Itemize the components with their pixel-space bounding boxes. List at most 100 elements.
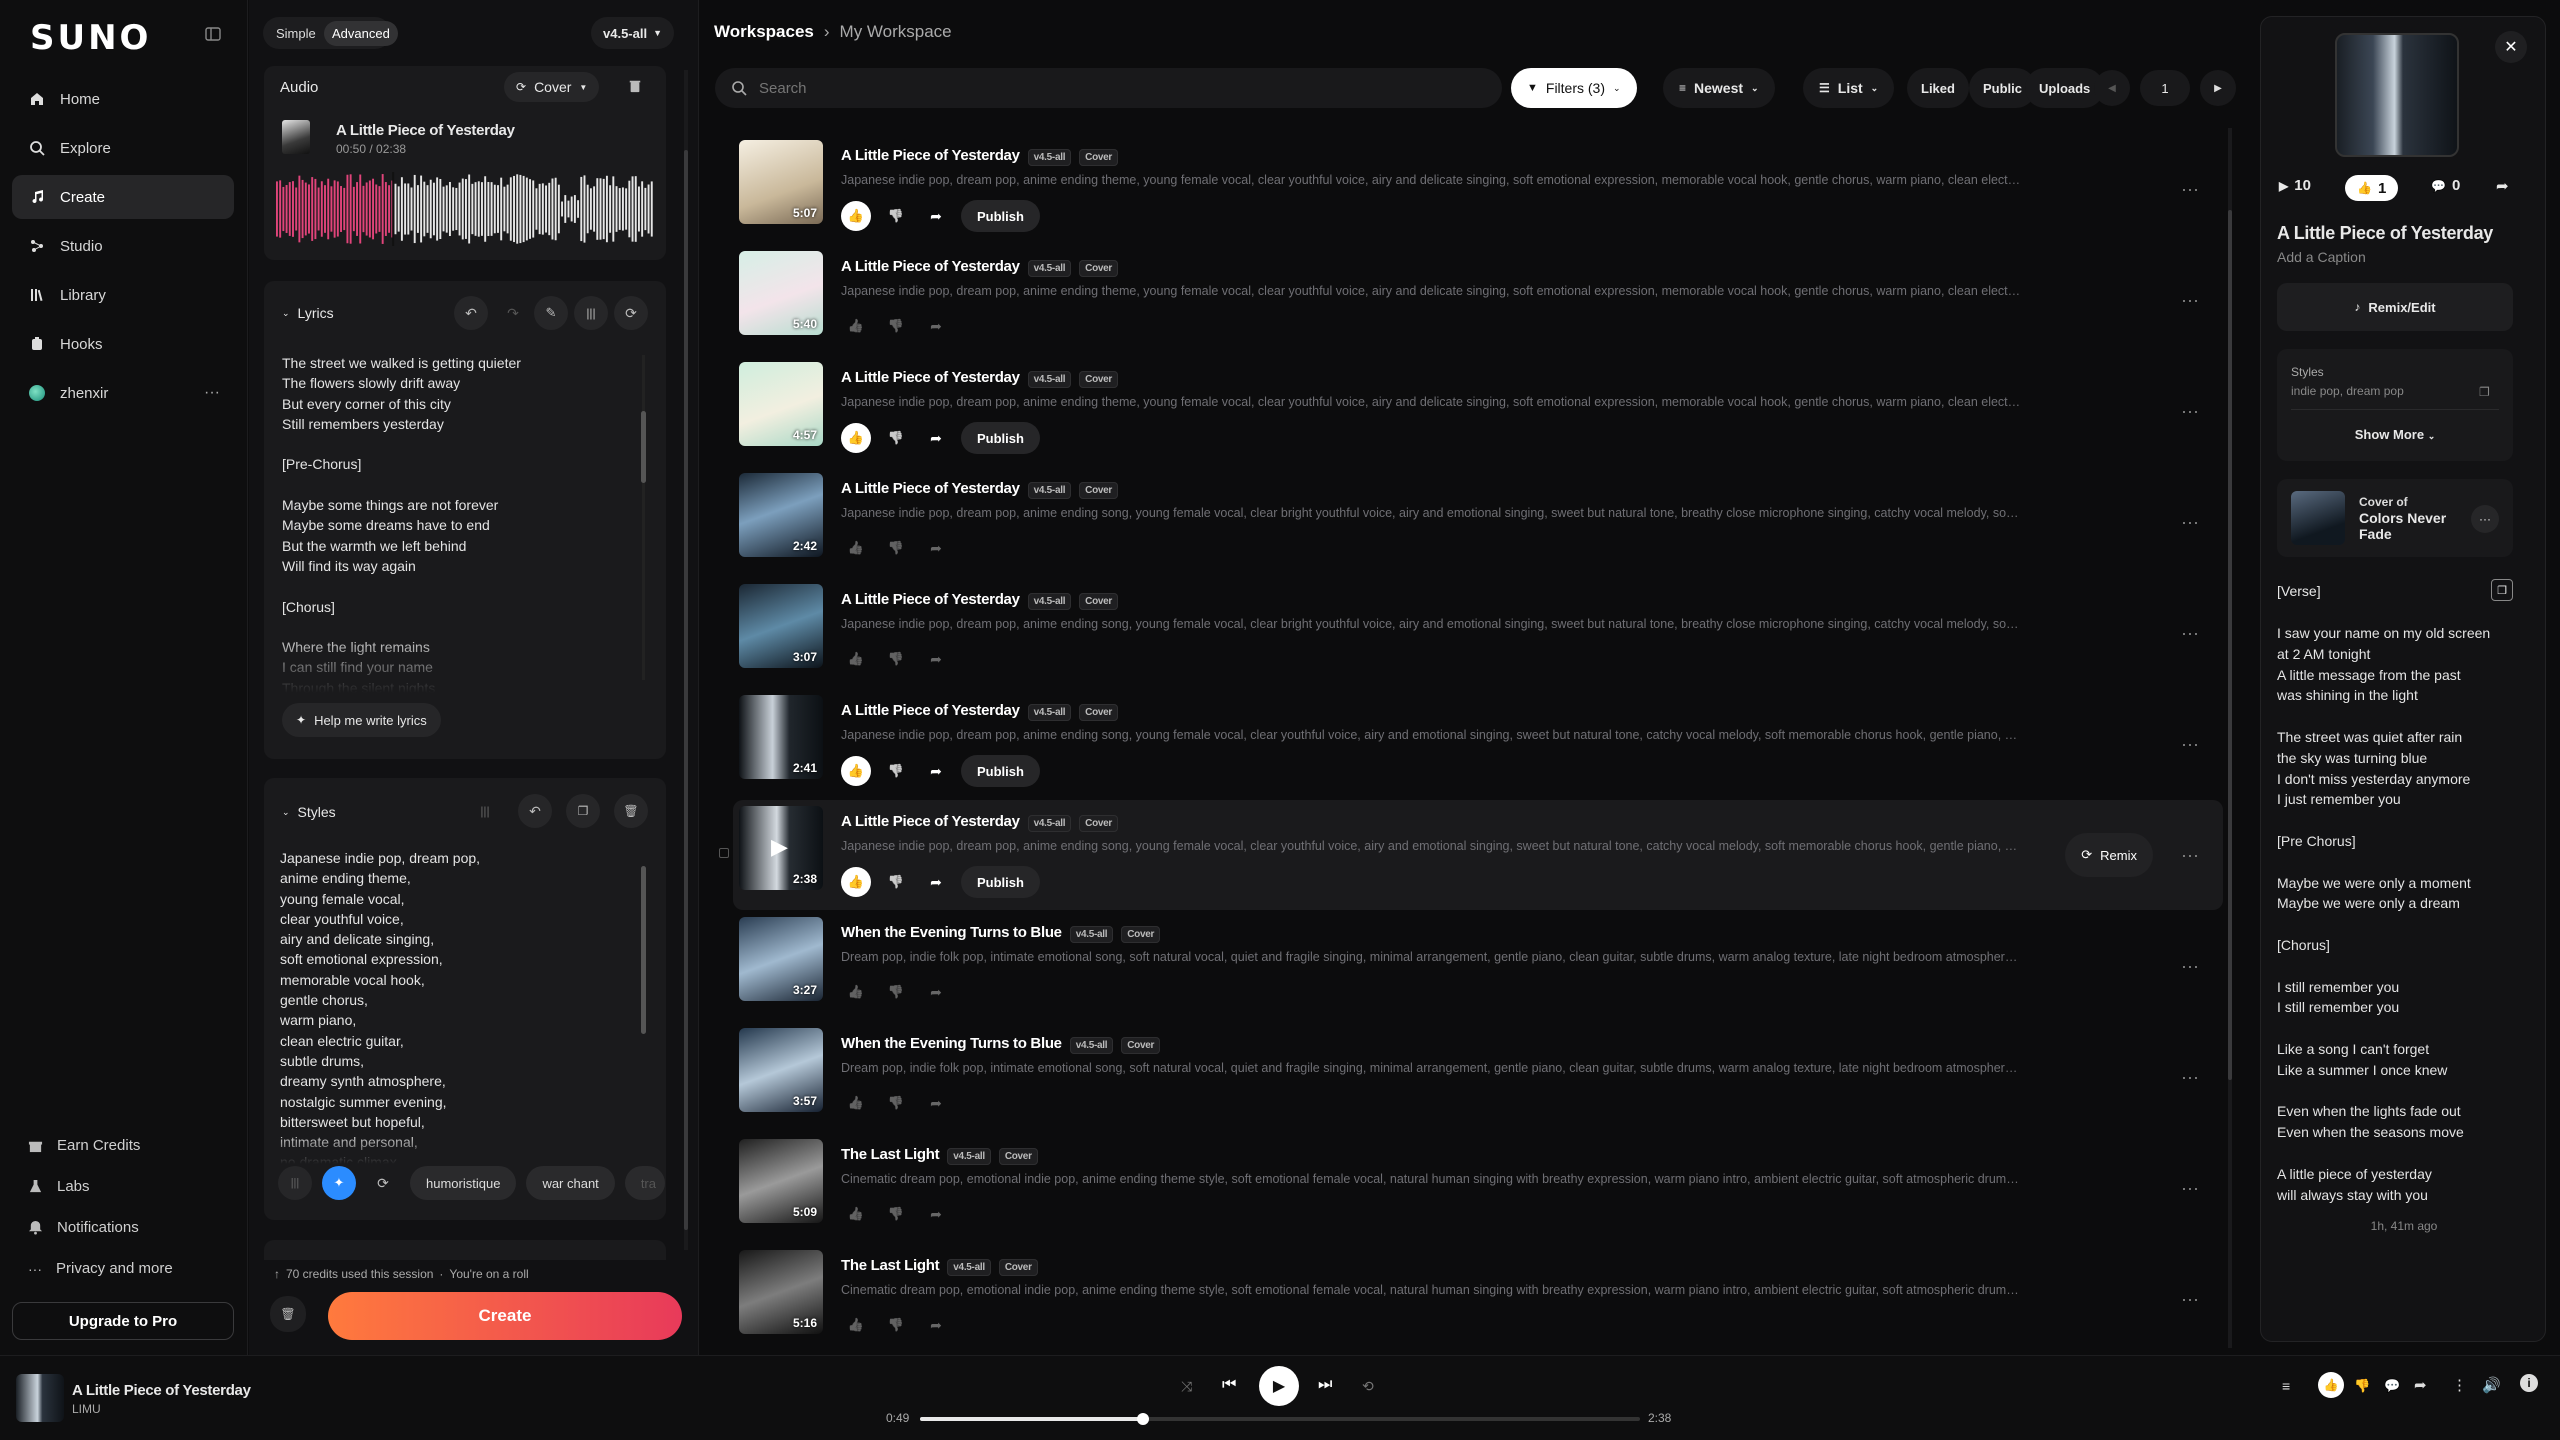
dislike-button[interactable]: 👎 xyxy=(881,1199,911,1229)
share-button[interactable]: ➦ xyxy=(921,533,951,563)
dislike-button[interactable]: 👎 xyxy=(881,867,911,897)
profile-more-icon[interactable]: ··· xyxy=(204,384,220,402)
dislike-button[interactable]: 👎 xyxy=(881,533,911,563)
help-write-lyrics-button[interactable]: ✦ Help me write lyrics xyxy=(282,703,441,737)
styles-scrollbar[interactable] xyxy=(641,866,646,1034)
dislike-button[interactable]: 👎 xyxy=(881,977,911,1007)
sidebar-item-profile[interactable]: zhenxir ··· xyxy=(12,371,234,415)
song-more-button[interactable]: ··· xyxy=(2173,727,2207,761)
cover-of-card[interactable]: Cover of Colors Never Fade ··· xyxy=(2277,479,2513,557)
cover-of-more-button[interactable]: ··· xyxy=(2471,505,2499,533)
next-button[interactable]: ⏭ xyxy=(1318,1376,1332,1394)
collapse-sidebar-icon[interactable] xyxy=(205,26,221,42)
comment-count[interactable]: 💬 0 xyxy=(2431,177,2460,194)
player-dislike-button[interactable]: 👎 xyxy=(2354,1378,2370,1394)
song-title[interactable]: A Little Piece of Yesterday xyxy=(841,480,1020,497)
audio-waveform[interactable] xyxy=(276,172,654,246)
close-button[interactable]: ✕ xyxy=(2495,31,2527,63)
clear-form-button[interactable]: 🗑 xyxy=(270,1296,306,1332)
player-share-button[interactable]: ➦ xyxy=(2414,1376,2427,1394)
share-button[interactable]: ➦ xyxy=(921,756,951,786)
like-button[interactable]: 👍 xyxy=(841,644,871,674)
song-row[interactable]: 5:09 The Last Light v4.5-all Cover Cinematic… xyxy=(733,1133,2223,1243)
search-input[interactable] xyxy=(759,79,1459,97)
song-row[interactable]: 3:27 When the Evening Turns to Blue v4.5-a… xyxy=(733,911,2223,1021)
song-thumbnail[interactable]: 2:42 xyxy=(739,473,823,557)
styles-library-button[interactable]: ||| xyxy=(468,794,502,828)
regenerate-lyrics-button[interactable]: ⟳ xyxy=(614,296,648,330)
copy-icon[interactable]: ❐ xyxy=(2479,385,2490,399)
create-button[interactable]: Create xyxy=(328,1292,682,1340)
audio-mode-select[interactable]: ⟳ Cover ▼ xyxy=(504,72,600,102)
like-button[interactable]: 👍 xyxy=(841,533,871,563)
player-title[interactable]: A Little Piece of Yesterday xyxy=(72,1382,251,1399)
styles-clear-button[interactable]: 🗑 xyxy=(614,794,648,828)
share-button[interactable]: ➦ xyxy=(921,311,951,341)
like-button[interactable]: 👍 xyxy=(841,1310,871,1340)
sort-select[interactable]: ≡ Newest ⌄ xyxy=(1663,68,1775,108)
edit-lyrics-button[interactable]: ✎ xyxy=(534,296,568,330)
mode-simple-tab[interactable]: Simple xyxy=(268,21,324,46)
like-button[interactable]: 👍 xyxy=(841,867,871,897)
like-button[interactable]: 👍 xyxy=(841,756,871,786)
dislike-button[interactable]: 👎 xyxy=(881,1088,911,1118)
filters-button[interactable]: ▼ Filters (3) ⌄ xyxy=(1511,68,1637,108)
play-count[interactable]: ▶ 10 xyxy=(2279,177,2311,194)
like-button[interactable]: 👍 xyxy=(841,1088,871,1118)
like-button[interactable]: 👍 xyxy=(841,201,871,231)
mode-advanced-tab[interactable]: Advanced xyxy=(324,21,398,46)
publish-button[interactable]: Publish xyxy=(961,755,1040,787)
styles-copy-button[interactable]: ❐ xyxy=(566,794,600,828)
song-title[interactable]: When the Evening Turns to Blue xyxy=(841,1035,1062,1052)
show-more-button[interactable]: Show More ⌄ xyxy=(2277,427,2513,442)
collapsed-section[interactable] xyxy=(264,1240,666,1260)
share-button[interactable]: ➦ xyxy=(921,867,951,897)
styles-textarea[interactable]: Japanese indie pop, dream pop, anime end… xyxy=(280,848,480,1164)
style-chip[interactable]: tra xyxy=(624,1166,665,1200)
song-row[interactable]: 4:57 A Little Piece of Yesterday v4.5-all C… xyxy=(733,356,2223,466)
song-title[interactable]: The Last Light xyxy=(841,1257,940,1274)
song-thumbnail[interactable]: 5:40 xyxy=(739,251,823,335)
dislike-button[interactable]: 👎 xyxy=(881,644,911,674)
upgrade-button[interactable]: Upgrade to Pro xyxy=(12,1302,234,1340)
song-thumbnail[interactable]: 2:41 xyxy=(739,695,823,779)
song-title[interactable]: A Little Piece of Yesterday xyxy=(841,813,1020,830)
like-button[interactable]: 👍 xyxy=(841,311,871,341)
lyrics-textarea[interactable]: The street we walked is getting quieter … xyxy=(282,353,521,693)
like-button[interactable]: 👍 xyxy=(841,423,871,453)
song-row[interactable]: 3:07 A Little Piece of Yesterday v4.5-all C… xyxy=(733,578,2223,688)
player-artist[interactable]: LIMU xyxy=(72,1402,101,1416)
song-title[interactable]: The Last Light xyxy=(841,1146,940,1163)
song-thumbnail[interactable]: 5:07 xyxy=(739,140,823,224)
song-title[interactable]: A Little Piece of Yesterday xyxy=(841,147,1020,164)
dislike-button[interactable]: 👎 xyxy=(881,423,911,453)
dislike-button[interactable]: 👎 xyxy=(881,311,911,341)
publish-button[interactable]: Publish xyxy=(961,866,1040,898)
publish-button[interactable]: Publish xyxy=(961,200,1040,232)
song-more-button[interactable]: ··· xyxy=(2173,1060,2207,1094)
share-button[interactable]: ➦ xyxy=(2496,177,2509,195)
page-number[interactable]: 1 xyxy=(2140,70,2190,106)
model-select[interactable]: v4.5-all ▼ xyxy=(591,17,675,49)
shuffle-style-button[interactable]: ⟳ xyxy=(366,1166,400,1200)
repeat-button[interactable]: ⟲ xyxy=(1362,1378,1374,1395)
volume-button[interactable]: 🔊 xyxy=(2482,1376,2501,1394)
share-button[interactable]: ➦ xyxy=(921,201,951,231)
sidebar-item-explore[interactable]: Explore xyxy=(12,126,234,170)
song-thumbnail[interactable]: 3:07 xyxy=(739,584,823,668)
song-thumbnail[interactable]: ▶ 2:38 xyxy=(739,806,823,890)
song-thumbnail[interactable]: 4:57 xyxy=(739,362,823,446)
song-thumbnail[interactable]: 5:16 xyxy=(739,1250,823,1334)
share-button[interactable]: ➦ xyxy=(921,1199,951,1229)
prev-page-button[interactable]: ◀ xyxy=(2094,70,2130,106)
redo-button[interactable]: ↷ xyxy=(496,296,530,330)
song-more-button[interactable]: ··· xyxy=(2173,394,2207,428)
view-select[interactable]: ☰ List ⌄ xyxy=(1803,68,1895,108)
undo-button[interactable]: ↶ xyxy=(454,296,488,330)
song-more-button[interactable]: ··· xyxy=(2173,838,2207,872)
copy-lyrics-button[interactable]: ❐ xyxy=(2491,579,2513,601)
song-row[interactable]: 5:40 A Little Piece of Yesterday v4.5-all C… xyxy=(733,245,2223,355)
song-more-button[interactable]: ··· xyxy=(2173,949,2207,983)
song-title[interactable]: A Little Piece of Yesterday xyxy=(841,591,1020,608)
song-row[interactable]: 2:42 A Little Piece of Yesterday v4.5-all C… xyxy=(733,467,2223,577)
